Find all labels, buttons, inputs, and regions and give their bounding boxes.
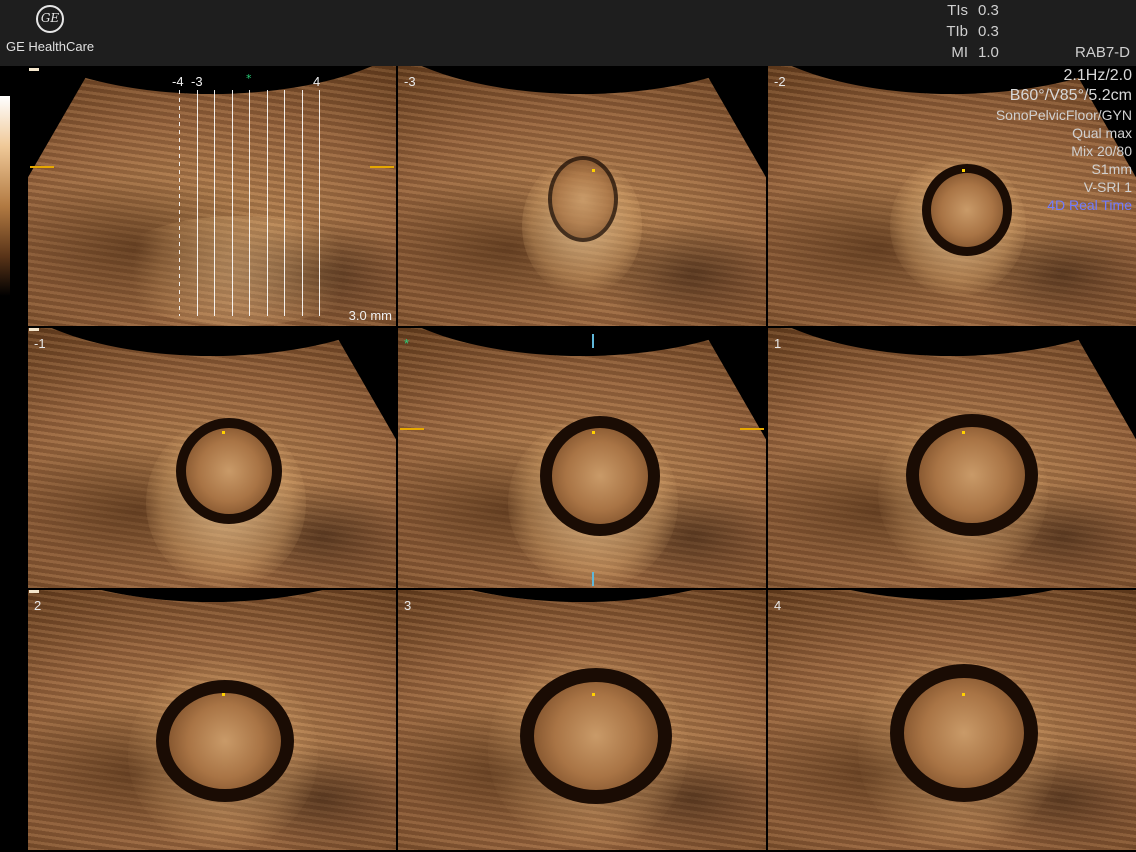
safety-indices: TIs 0.3 TIb 0.3 MI 1.0: [882, 2, 1002, 65]
slice-thickness: 3.0 mm: [348, 308, 392, 323]
slice-tile: 1: [768, 328, 1136, 588]
center-marker: [592, 431, 595, 434]
slice-line: [267, 90, 268, 316]
slice-line: [197, 90, 198, 316]
center-marker: [962, 431, 965, 434]
slice-label: 4: [774, 598, 782, 613]
slice-label: 2: [34, 598, 42, 613]
overview-label-left1: -4: [172, 74, 184, 89]
center-marker: [592, 169, 595, 172]
left-marker-icon: [30, 166, 54, 168]
gray-map-bar: [0, 96, 10, 296]
overview-image: -4 -3 4 * 3.0 mm: [28, 66, 396, 326]
ge-monogram-icon: GE: [36, 5, 64, 33]
slice-label: 3: [404, 598, 412, 613]
slice-setting: S1mm: [1091, 161, 1132, 177]
geometry: B60°/V85°/5.2cm: [1009, 87, 1132, 104]
right-marker-icon: [370, 166, 394, 168]
acquisition-params: 2.1Hz/2.0 B60°/V85°/5.2cm SonoPelvicFloo…: [952, 66, 1132, 214]
reference-star-icon: *: [246, 72, 252, 85]
right-marker-icon: [740, 428, 764, 430]
quality: Qual max: [1072, 125, 1132, 141]
center-marker: [962, 693, 965, 696]
frame-rate: 2.1Hz/2.0: [1063, 67, 1132, 84]
slice-tile: 3: [398, 590, 766, 850]
index-row-mi: MI 1.0: [951, 44, 999, 61]
slice-line: [179, 90, 180, 316]
mix: Mix 20/80: [1071, 143, 1132, 159]
slice-line: [214, 90, 215, 316]
slice-label: *: [404, 336, 410, 351]
center-marker: [222, 431, 225, 434]
overview-label-right: 4: [313, 74, 321, 89]
preset: SonoPelvicFloor/GYN: [995, 107, 1132, 123]
reference-bottom-marker-icon: [592, 572, 594, 586]
row-marker: [29, 328, 39, 331]
row-marker: [29, 590, 39, 593]
slice-line: [249, 90, 250, 316]
slice-tile: -1: [28, 328, 396, 588]
scan-mode: 4D Real Time: [1047, 197, 1132, 213]
slice-line: [319, 90, 320, 316]
left-marker-icon: [400, 428, 424, 430]
center-marker: [222, 693, 225, 696]
overview-label-left2: -3: [191, 74, 203, 89]
slice-tile: 4: [768, 590, 1136, 850]
reference-top-marker-icon: [592, 334, 594, 348]
vsri: V-SRI 1: [1083, 179, 1132, 195]
index-row-tib: TIb 0.3: [946, 23, 999, 40]
slice-line: [232, 90, 233, 316]
reference-slice-tile: *: [398, 328, 766, 588]
center-marker: [592, 693, 595, 696]
slice-label: 1: [774, 336, 782, 351]
row-marker: [29, 68, 39, 71]
slice-label: -3: [404, 74, 416, 89]
slice-line: [302, 90, 303, 316]
ge-logo: GE GE HealthCare: [0, 2, 100, 62]
slice-tile: -3: [398, 66, 766, 326]
probe-name: RAB7-D: [1074, 44, 1130, 61]
brand-name: GE HealthCare: [6, 39, 95, 54]
slice-tile: 2: [28, 590, 396, 850]
slice-label: -2: [774, 74, 786, 89]
top-bar: GE GE HealthCare TIs 0.3 TIb 0.3 MI 1.0 RAB…: [0, 0, 1136, 66]
slice-label: -1: [34, 336, 46, 351]
slice-line: [284, 90, 285, 316]
index-row-tis: TIs 0.3: [947, 2, 999, 19]
